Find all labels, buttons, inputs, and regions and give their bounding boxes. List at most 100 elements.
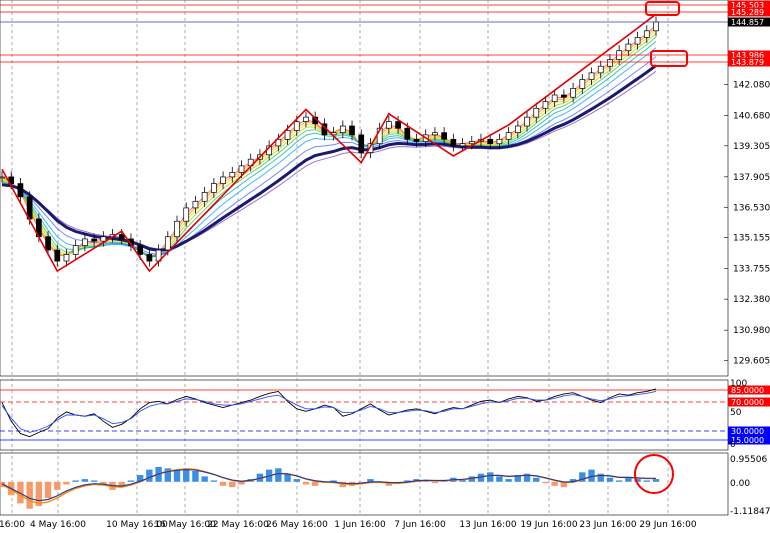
candle-body	[643, 30, 650, 38]
macd-histogram-bar	[643, 480, 650, 482]
macd-histogram-bar	[311, 481, 319, 486]
macd-histogram-bar	[26, 481, 33, 509]
candle-body	[284, 130, 291, 140]
macd-histogram-bar	[90, 480, 98, 482]
macd-histogram-bar	[542, 481, 549, 484]
y-tick-label: 130.980	[733, 326, 770, 336]
macd-histogram-bar	[146, 469, 153, 482]
osc-level-label: 15.0000	[731, 436, 764, 445]
candle-body	[100, 236, 107, 242]
candle-body	[634, 37, 641, 45]
macd-histogram-bar	[201, 476, 208, 482]
candle-body	[63, 254, 70, 262]
chart-canvas: 145.503145.289144.857143.986143.879 85.0…	[0, 0, 770, 530]
candle-body	[579, 79, 586, 89]
candle-body	[607, 59, 613, 67]
x-tick-label: 7 Jun 16:00	[394, 520, 446, 530]
candle-body	[91, 238, 97, 242]
candle-body	[514, 125, 521, 133]
y-tick-label: 140.680	[733, 111, 770, 121]
y-tick-label: 135.155	[733, 234, 770, 244]
candle-body	[551, 94, 558, 102]
y-tick-label: 132.380	[733, 295, 770, 305]
macd-histogram-bar	[72, 480, 79, 482]
candle-body	[54, 249, 61, 262]
osc-axis-label: 100	[730, 379, 747, 389]
candle-body	[82, 238, 88, 246]
candle-body	[146, 254, 153, 262]
y-tick-label: 139.305	[733, 142, 770, 152]
candle-body	[211, 183, 217, 193]
candle-body	[192, 200, 199, 209]
candle-body	[487, 138, 494, 145]
macd-histogram-bar	[81, 479, 89, 482]
candle-body	[386, 121, 392, 129]
x-tick-label: 23 Jun 16:00	[579, 520, 636, 530]
candle-body	[404, 127, 411, 140]
macd-histogram-bar	[652, 479, 660, 482]
candle-body	[349, 125, 355, 136]
macd-histogram-bar	[615, 480, 623, 482]
candle-body	[220, 176, 226, 184]
macd-axis-label: 0.00	[730, 479, 750, 489]
macd-histogram-bar	[219, 481, 227, 486]
candle-body	[339, 125, 346, 133]
macd-histogram-bar	[533, 477, 540, 482]
candle-body	[164, 236, 171, 251]
y-tick-label: 137.905	[733, 173, 770, 183]
candle-body	[293, 121, 300, 131]
macd-histogram-bar	[63, 481, 70, 485]
macd-histogram-bar	[486, 472, 494, 482]
x-tick-label: 26 May 16:00	[266, 520, 328, 530]
candle-body	[450, 138, 457, 147]
candle-body	[625, 43, 632, 52]
candle-body	[45, 236, 51, 251]
macd-axis-label: -1.11847	[730, 507, 770, 517]
macd-axis-label: 0.95506	[730, 455, 767, 465]
candle-body	[441, 132, 447, 140]
y-tick-label: 129.605	[733, 357, 770, 367]
macd-histogram-bar	[606, 477, 614, 482]
candle-body	[505, 132, 512, 140]
price-label: 145.289	[731, 8, 764, 17]
y-tick-label: 136.530	[733, 203, 770, 213]
x-tick-label: 29 Jun 16:00	[639, 520, 696, 530]
x-tick-label: 19 Jun 16:00	[520, 520, 577, 530]
candle-body	[597, 65, 604, 74]
candle-body	[72, 245, 79, 255]
macd-histogram-bar	[229, 481, 236, 488]
x-tick-label: 4 May 16:00	[30, 520, 86, 530]
macd-histogram-bar	[275, 468, 282, 482]
candle-body	[561, 94, 567, 98]
chart-window: 145.503 145.289 144.857 143.986 143.879 85.0…	[0, 0, 770, 533]
x-tick-label: 1 Jun 16:00	[334, 520, 386, 530]
candle-body	[358, 134, 365, 153]
candle-body	[459, 143, 466, 147]
osc-level-label: 30.0000	[731, 427, 764, 436]
oscillator-panel	[0, 379, 729, 451]
y-tick-label: 133.755	[733, 265, 770, 275]
macd-histogram-bar	[173, 469, 181, 482]
candle-body	[17, 183, 24, 198]
candle-body	[137, 245, 144, 255]
candle-body	[303, 116, 309, 122]
candle-body	[653, 21, 659, 32]
macd-histogram-bar	[54, 481, 61, 490]
candle-body	[570, 88, 576, 98]
candle-body	[0, 176, 5, 179]
macd-histogram-bar	[551, 481, 558, 486]
candle-body	[174, 220, 180, 238]
candle-body	[201, 192, 208, 202]
macd-histogram-bar	[210, 480, 218, 482]
candle-body	[496, 138, 503, 145]
osc-axis-label: 0	[730, 440, 736, 450]
macd-histogram-bar	[505, 479, 512, 482]
macd-histogram-bar	[127, 480, 135, 482]
osc-axis-label: 50	[730, 408, 742, 418]
candle-body	[524, 116, 530, 127]
macd-histogram-bar	[44, 481, 52, 498]
candle-body	[533, 107, 540, 118]
price-label: 143.879	[731, 58, 764, 67]
macd-histogram-bar	[496, 476, 503, 482]
macd-histogram-bar	[625, 477, 632, 482]
